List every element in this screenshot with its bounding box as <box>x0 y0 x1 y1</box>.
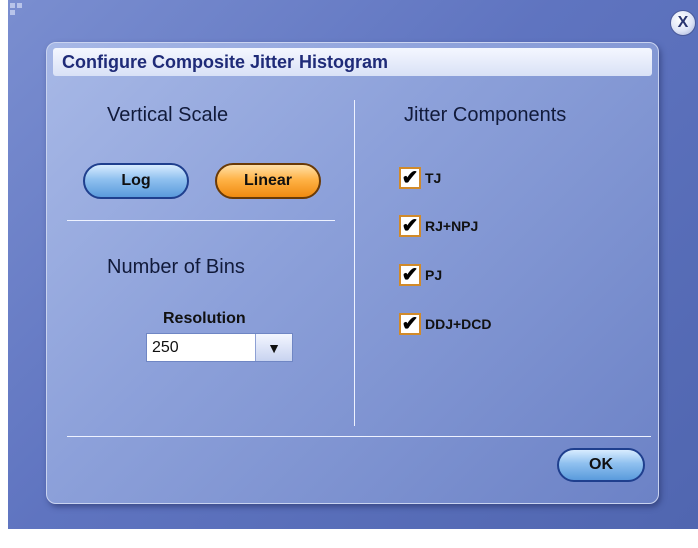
linear-button-label: Linear <box>243 172 292 189</box>
checkbox-label: RJ+NPJ <box>425 218 479 234</box>
app-window: X Configure Composite Jitter Histogram V… <box>8 0 698 529</box>
footer-divider <box>67 436 651 437</box>
vertical-scale-heading: Vertical Scale <box>107 104 229 126</box>
checkbox-label: PJ <box>425 267 443 283</box>
resolution-label: Resolution <box>163 310 246 327</box>
checkbox-pj[interactable]: ✔ PJ <box>399 264 442 286</box>
checkbox-tj[interactable]: ✔ TJ <box>399 167 441 189</box>
dialog-title-bar: Configure Composite Jitter Histogram <box>53 48 652 76</box>
jitter-histogram-dialog: Configure Composite Jitter Histogram Ver… <box>46 42 659 504</box>
dialog-title: Configure Composite Jitter Histogram <box>62 52 389 72</box>
linear-button[interactable]: Linear <box>215 163 321 199</box>
log-button-label: Log <box>121 172 151 189</box>
ok-button[interactable]: OK <box>557 448 645 482</box>
check-icon[interactable]: ✔ <box>399 167 421 189</box>
checkbox-rj-npj[interactable]: ✔ RJ+NPJ <box>399 215 478 237</box>
dropdown-arrow-icon[interactable]: ▼ <box>255 334 292 361</box>
close-icon: X <box>677 14 689 31</box>
column-divider <box>354 100 355 426</box>
log-button[interactable]: Log <box>83 163 189 199</box>
resolution-value: 250 <box>152 339 179 356</box>
checkbox-ddj-dcd[interactable]: ✔ DDJ+DCD <box>399 313 492 335</box>
check-icon[interactable]: ✔ <box>399 313 421 335</box>
resolution-select[interactable]: 250 ▼ <box>146 333 293 362</box>
left-section-divider <box>67 220 335 221</box>
close-button[interactable]: X <box>670 10 696 36</box>
checkbox-label: DDJ+DCD <box>425 316 492 332</box>
resize-grip-icon <box>10 3 24 17</box>
checkbox-label: TJ <box>425 170 442 186</box>
check-icon[interactable]: ✔ <box>399 264 421 286</box>
check-icon[interactable]: ✔ <box>399 215 421 237</box>
jitter-components-heading: Jitter Components <box>404 104 567 126</box>
number-of-bins-heading: Number of Bins <box>107 256 245 278</box>
ok-button-label: OK <box>589 456 613 473</box>
